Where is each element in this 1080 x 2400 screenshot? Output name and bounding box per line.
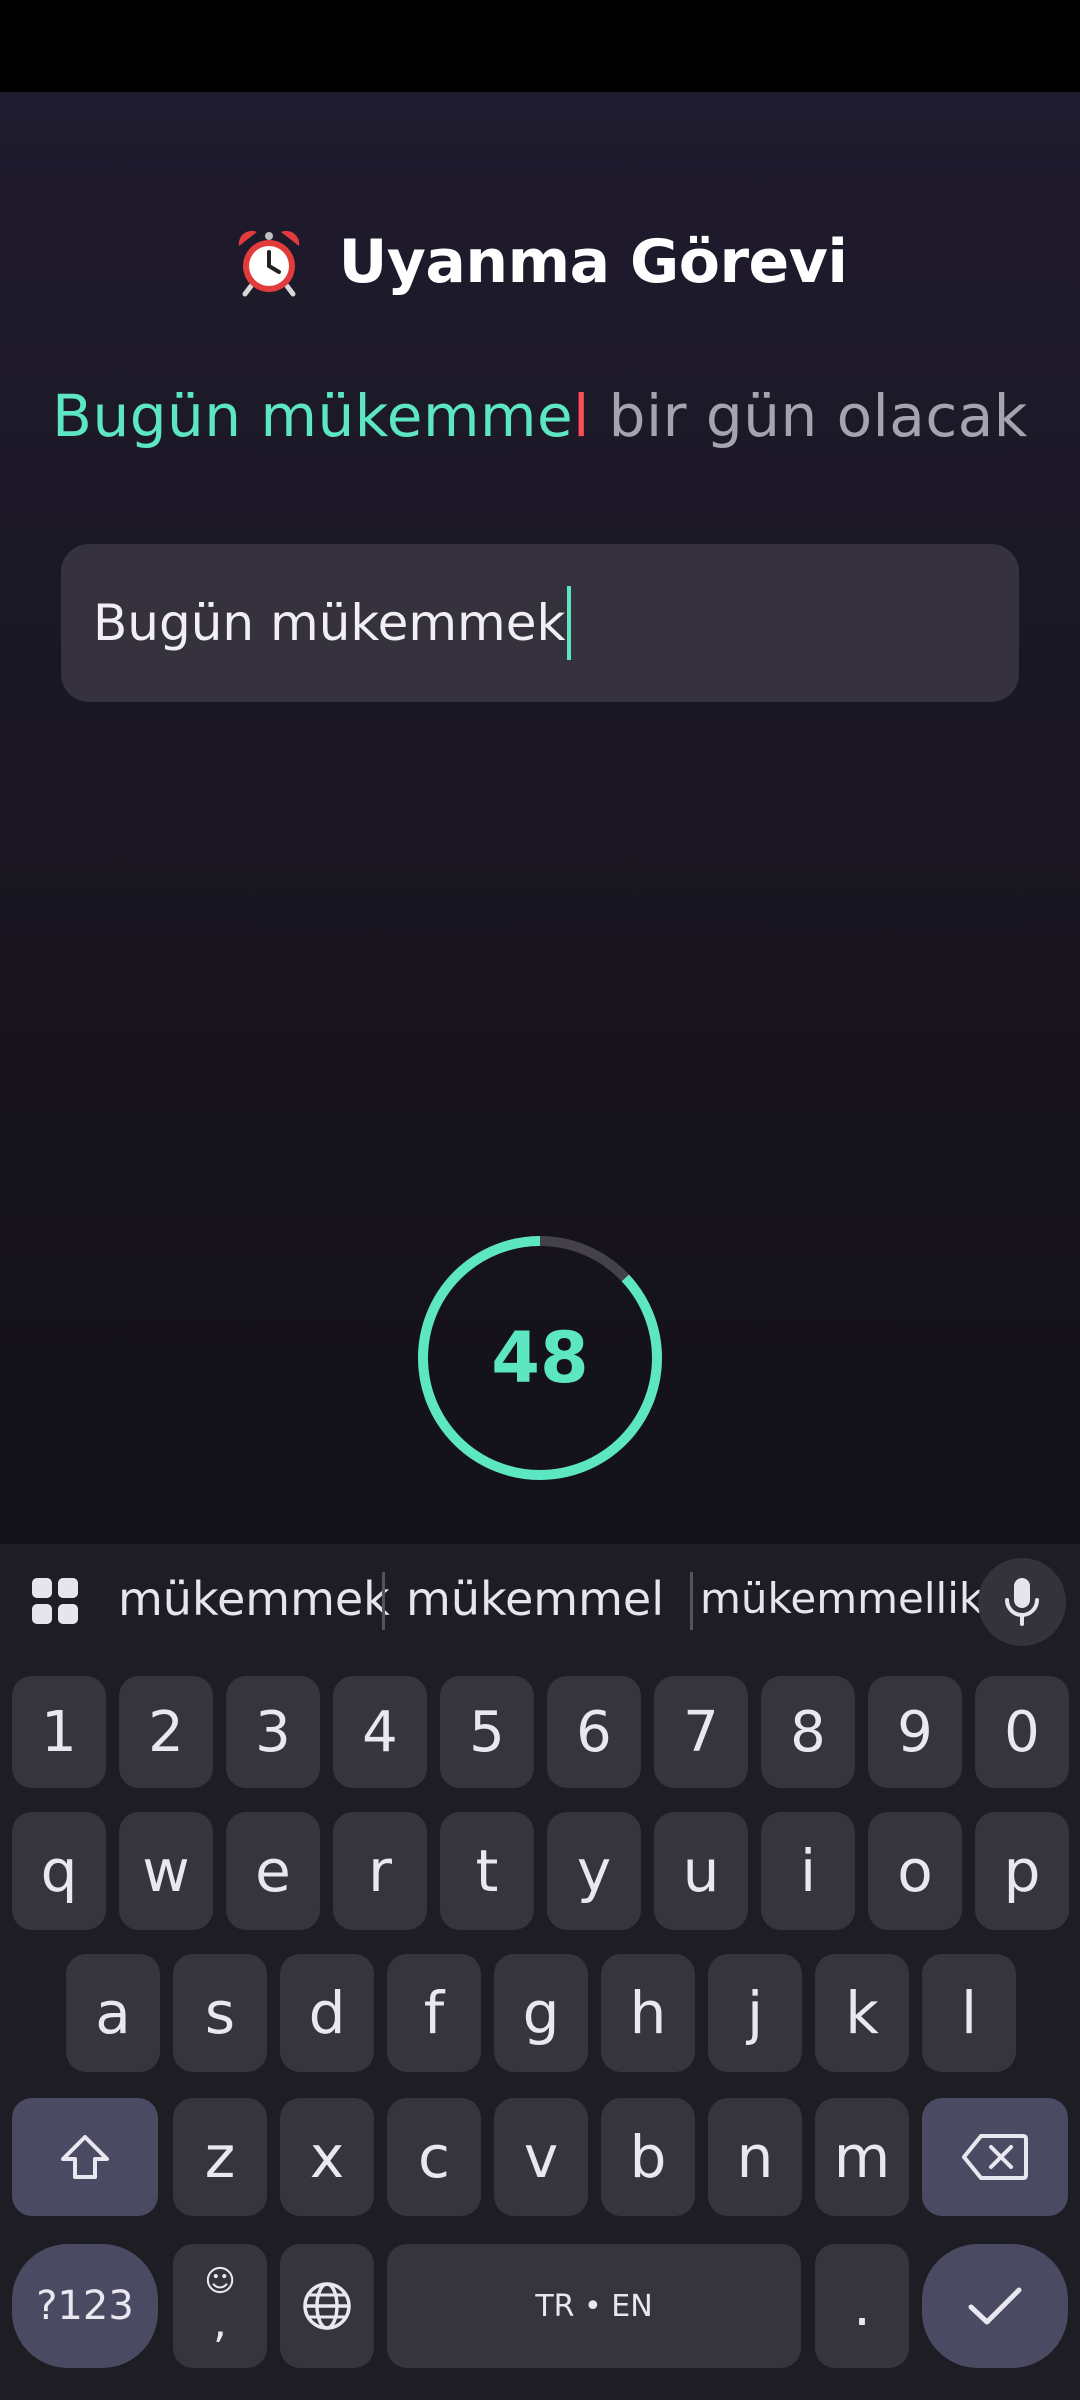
key-2[interactable]: 2 [119,1676,213,1788]
globe-icon [303,2282,351,2330]
key-v[interactable]: v [494,2098,588,2216]
key-p[interactable]: p [975,1812,1069,1930]
suggestion-divider [382,1572,385,1630]
key-h[interactable]: h [601,1954,695,2072]
key-n[interactable]: n [708,2098,802,2216]
alarm-clock-icon [238,230,299,297]
symbols-key[interactable]: ?123 [12,2244,158,2368]
emoji-icon: ☺ [204,2264,236,2299]
key-6[interactable]: 6 [547,1676,641,1788]
key-t[interactable]: t [440,1812,534,1930]
key-r[interactable]: r [333,1812,427,1930]
key-f[interactable]: f [387,1954,481,2072]
checkmark-icon [968,2287,1022,2325]
key-c[interactable]: c [387,2098,481,2216]
key-0[interactable]: 0 [975,1676,1069,1788]
emoji-comma-key[interactable]: ☺ , [173,2244,267,2368]
key-s[interactable]: s [173,1954,267,2072]
key-g[interactable]: g [494,1954,588,2072]
comma-label: , [213,2297,227,2348]
key-k[interactable]: k [815,1954,909,2072]
key-a[interactable]: a [66,1954,160,2072]
key-b[interactable]: b [601,2098,695,2216]
key-j[interactable]: j [708,1954,802,2072]
key-5[interactable]: 5 [440,1676,534,1788]
backspace-key[interactable] [922,2098,1068,2216]
voice-input-button[interactable] [978,1558,1066,1646]
suggestion-2[interactable]: mükemmel [404,1568,666,1630]
mic-icon [1005,1578,1039,1626]
suggestion-3[interactable]: mükemmellik [700,1568,983,1630]
key-w[interactable]: w [119,1812,213,1930]
header: Uyanma Görevi [0,212,1080,312]
key-x[interactable]: x [280,2098,374,2216]
key-e[interactable]: e [226,1812,320,1930]
key-9[interactable]: 9 [868,1676,962,1788]
shift-key[interactable] [12,2098,158,2216]
key-m[interactable]: m [815,2098,909,2216]
space-bar[interactable]: TR • EN [387,2244,801,2368]
countdown-timer: 48 [414,1232,666,1484]
period-key[interactable]: . [815,2244,909,2368]
language-key[interactable] [280,2244,374,2368]
answer-input[interactable]: Bugün mükemmek [61,544,1019,702]
text-caret [567,586,572,660]
page-title: Uyanma Görevi [338,227,848,297]
suggestion-divider [690,1572,693,1630]
key-q[interactable]: q [12,1812,106,1930]
key-7[interactable]: 7 [654,1676,748,1788]
key-u[interactable]: u [654,1812,748,1930]
key-l[interactable]: l [922,1954,1016,2072]
key-i[interactable]: i [761,1812,855,1930]
key-y[interactable]: y [547,1812,641,1930]
key-3[interactable]: 3 [226,1676,320,1788]
key-z[interactable]: z [173,2098,267,2216]
backspace-icon [962,2134,1028,2180]
answer-input-value[interactable]: Bugün mükemmek [93,594,565,652]
enter-key[interactable] [922,2244,1068,2368]
suggestion-bar: mükemmek mükemmel mükemmellik [0,1544,1080,1656]
target-remaining-part: bir gün olacak [589,382,1028,450]
wake-task-screen: Uyanma Görevi Bugün mükemmel bir gün ola… [0,92,1080,1544]
shift-icon [61,2135,109,2179]
target-sentence: Bugün mükemmel bir gün olacak [0,382,1080,450]
target-error-char: l [573,382,590,450]
key-4[interactable]: 4 [333,1676,427,1788]
space-bar-label: TR • EN [535,2288,653,2324]
suggestion-1[interactable]: mükemmek [118,1568,390,1630]
key-d[interactable]: d [280,1954,374,2072]
apps-grid-icon[interactable] [30,1576,80,1626]
soft-keyboard: mükemmek mükemmel mükemmellik 1 2 3 4 5 … [0,1544,1080,2400]
key-1[interactable]: 1 [12,1676,106,1788]
key-o[interactable]: o [868,1812,962,1930]
countdown-seconds: 48 [491,1317,589,1399]
target-correct-part: Bugün mükemme [52,382,574,450]
status-bar [0,0,1080,92]
key-8[interactable]: 8 [761,1676,855,1788]
